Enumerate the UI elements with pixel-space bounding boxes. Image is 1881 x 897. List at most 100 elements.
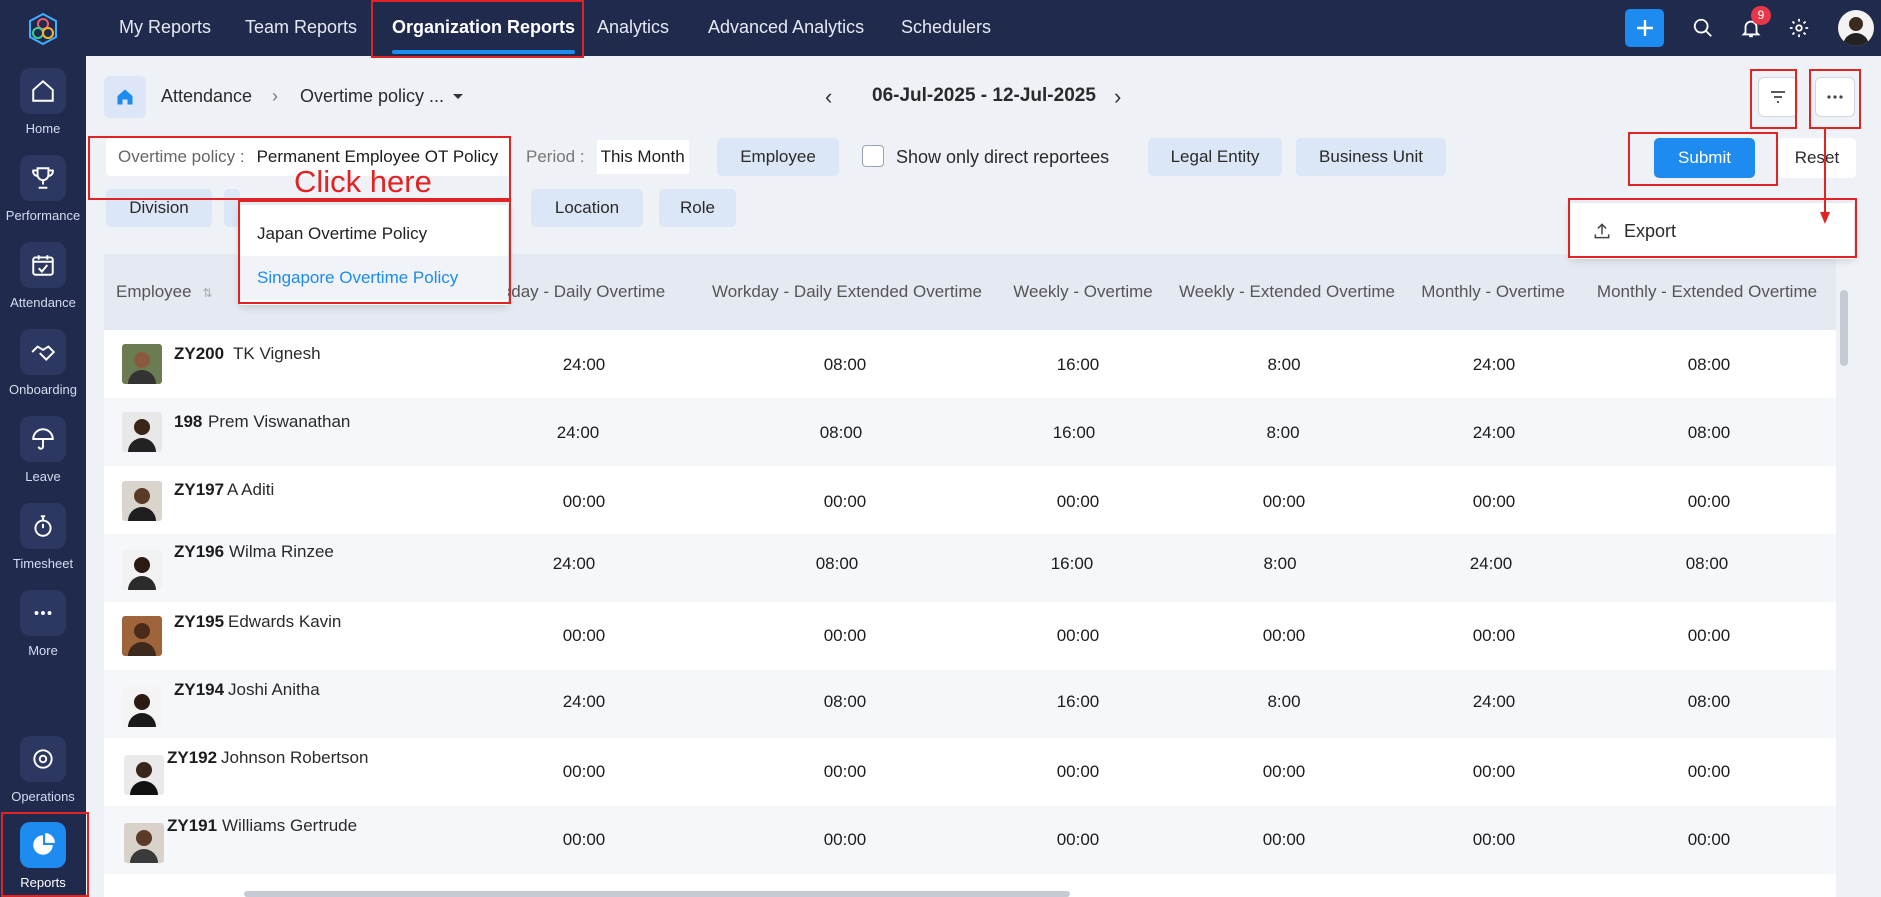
sort-icon[interactable]: ⇅: [202, 286, 212, 300]
direct-reportees-label: Show only direct reportees: [896, 147, 1110, 167]
home-button[interactable]: [104, 76, 146, 118]
role-chip[interactable]: Role: [659, 189, 736, 227]
sidebar-item-operations[interactable]: Operations: [0, 736, 86, 820]
sidebar: Home Performance Attendance Onboarding L…: [0, 0, 86, 897]
vertical-scrollbar[interactable]: [1840, 290, 1848, 366]
table-row[interactable]: ZY191 Williams Gertrude 00:00 00:00 00:0…: [104, 806, 1836, 874]
cell-monthly-extended: 08:00: [1687, 692, 1731, 711]
previous-period-icon[interactable]: ‹: [825, 84, 832, 110]
breadcrumb-report-selector[interactable]: Overtime policy ...: [300, 86, 444, 107]
sidebar-item-home[interactable]: Home: [0, 68, 86, 152]
dropdown-option-singapore[interactable]: Singapore Overtime Policy: [240, 256, 508, 300]
horizontal-scrollbar[interactable]: [244, 891, 1070, 897]
cell-monthly-overtime: 24:00: [1472, 692, 1516, 711]
cell-daily-overtime: 00:00: [562, 626, 606, 645]
chevron-down-icon[interactable]: [452, 93, 464, 101]
export-menu-item[interactable]: Export: [1624, 221, 1676, 242]
employee-avatar: [122, 616, 162, 656]
user-avatar-icon: [1843, 17, 1869, 46]
tab-schedulers[interactable]: Schedulers: [901, 0, 991, 56]
table-row[interactable]: ZY197 A Aditi 00:00 00:00 00:00 00:00 00…: [104, 466, 1836, 534]
submit-button[interactable]: Submit: [1654, 138, 1755, 178]
period-select[interactable]: Period : This Month: [513, 138, 706, 176]
cell-weekly-extended: 00:00: [1262, 762, 1306, 781]
employee-id: 198: [174, 412, 203, 431]
sidebar-label: Timesheet: [12, 556, 74, 571]
tab-organization-reports[interactable]: Organization Reports: [392, 0, 576, 56]
annotation-click-here: Click here: [294, 164, 432, 199]
breadcrumb-attendance[interactable]: Attendance: [161, 86, 252, 107]
sidebar-item-attendance[interactable]: Attendance: [0, 242, 86, 326]
plus-icon: [1636, 20, 1653, 36]
sidebar-item-onboarding[interactable]: Onboarding: [0, 329, 86, 413]
tab-team-reports[interactable]: Team Reports: [245, 0, 357, 56]
sidebar-item-performance[interactable]: Performance: [0, 155, 86, 239]
tab-analytics[interactable]: Analytics: [597, 0, 669, 56]
table-row[interactable]: 198 Prem Viswanathan 24:00 08:00 16:00 8…: [104, 398, 1836, 466]
employee-filter-chip[interactable]: Employee: [717, 138, 839, 176]
table-row[interactable]: ZY196 Wilma Rinzee 24:00 08:00 16:00 8:0…: [104, 534, 1836, 602]
division-chip[interactable]: Division: [106, 189, 212, 227]
employee-avatar: [122, 344, 162, 384]
employee-id: ZY194: [174, 680, 225, 699]
employee-avatar: [122, 687, 162, 727]
more-options-button[interactable]: [1815, 77, 1855, 117]
operations-icon: [20, 736, 66, 782]
table-row[interactable]: ZY200 TK Vignesh 24:00 08:00 16:00 8:00 …: [104, 330, 1836, 398]
period-value: This Month: [596, 140, 689, 174]
tab-my-reports[interactable]: My Reports: [119, 0, 211, 56]
table-row[interactable]: ZY195 Edwards Kavin 00:00 00:00 00:00 00…: [104, 602, 1836, 670]
sidebar-item-more[interactable]: More: [0, 590, 86, 674]
tab-advanced-analytics[interactable]: Advanced Analytics: [708, 0, 864, 56]
search-button[interactable]: [1688, 13, 1718, 43]
cell-weekly-overtime: 16:00: [1056, 355, 1100, 374]
location-chip[interactable]: Location: [531, 189, 643, 227]
filter-button[interactable]: [1758, 77, 1798, 117]
cell-daily-extended: 08:00: [823, 692, 867, 711]
sidebar-label: Leave: [25, 469, 61, 484]
cell-monthly-extended: 00:00: [1687, 492, 1731, 511]
column-header: Weekly - Overtime: [1013, 282, 1153, 301]
sidebar-label: Onboarding: [9, 382, 77, 397]
gear-icon: [1789, 18, 1809, 38]
employee-avatar: [124, 755, 164, 795]
cell-weekly-overtime: 00:00: [1056, 492, 1100, 511]
settings-button[interactable]: [1784, 13, 1814, 43]
cell-weekly-overtime: 00:00: [1056, 830, 1100, 849]
table-row[interactable]: ZY192 Johnson Robertson 00:00 00:00 00:0…: [104, 738, 1836, 806]
table-row[interactable]: ZY194 Joshi Anitha 24:00 08:00 16:00 8:0…: [104, 670, 1836, 738]
employee-name: TK Vignesh: [233, 344, 321, 363]
next-period-icon[interactable]: ›: [1114, 84, 1121, 110]
sidebar-item-timesheet[interactable]: Timesheet: [0, 503, 86, 587]
calendar-check-icon: [20, 242, 66, 288]
employee-id: ZY191: [167, 816, 218, 835]
cell-daily-overtime: 00:00: [562, 762, 606, 781]
home-icon: [117, 89, 133, 105]
cell-monthly-extended: 08:00: [1685, 554, 1729, 573]
cell-weekly-extended: 8:00: [1267, 355, 1301, 374]
legal-entity-chip[interactable]: Legal Entity: [1148, 138, 1282, 176]
dropdown-option-japan[interactable]: Japan Overtime Policy: [240, 212, 508, 256]
notification-badge: 9: [1751, 6, 1771, 25]
date-range: 06-Jul-2025 - 12-Jul-2025: [872, 85, 1096, 106]
handshake-icon: [20, 329, 66, 375]
direct-reportees-checkbox[interactable]: [862, 145, 884, 167]
sidebar-item-reports[interactable]: Reports: [0, 822, 86, 897]
employee-id: ZY197: [174, 480, 225, 499]
employee-avatar: [124, 823, 164, 863]
top-navigation: My Reports Team Reports Organization Rep…: [86, 0, 1881, 56]
app-logo-icon[interactable]: [26, 12, 60, 46]
sidebar-label: More: [28, 643, 58, 658]
user-avatar[interactable]: [1838, 10, 1874, 46]
employee-avatar: [122, 412, 162, 452]
add-button[interactable]: [1625, 9, 1664, 47]
employee-id: ZY195: [174, 612, 225, 631]
business-unit-chip[interactable]: Business Unit: [1296, 138, 1446, 176]
employee-name: Prem Viswanathan: [208, 412, 351, 431]
export-menu: Export: [1570, 203, 1854, 259]
overtime-policy-dropdown: Japan Overtime Policy Singapore Overtime…: [240, 205, 508, 305]
sidebar-item-leave[interactable]: Leave: [0, 416, 86, 500]
cell-monthly-extended: 08:00: [1687, 355, 1731, 374]
hidden-filter-chip[interactable]: [224, 189, 240, 227]
cell-monthly-extended: 00:00: [1687, 830, 1731, 849]
